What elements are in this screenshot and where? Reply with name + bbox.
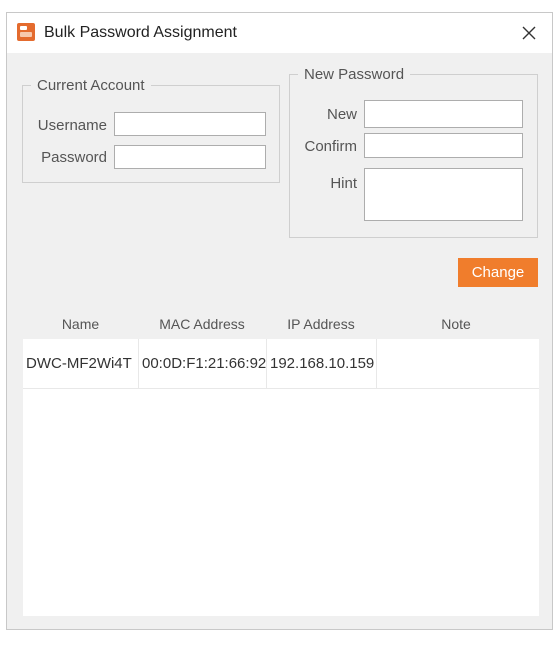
cell-name: DWC-MF2Wi4T	[26, 355, 132, 372]
new-password-input[interactable]	[364, 100, 523, 128]
table-row[interactable]: DWC-MF2Wi4T 00:0D:F1:21:66:92 192.168.10…	[23, 339, 539, 389]
username-input[interactable]	[114, 112, 266, 136]
close-icon	[522, 26, 536, 40]
hint-label: Hint	[330, 175, 357, 192]
new-label: New	[326, 106, 357, 123]
column-header-note[interactable]: Note	[376, 316, 536, 332]
new-password-legend: New Password	[304, 66, 405, 83]
cell-mac: 00:0D:F1:21:66:92	[138, 339, 266, 388]
change-button[interactable]: Change	[458, 258, 538, 287]
close-button[interactable]	[512, 17, 546, 49]
column-header-ip[interactable]: IP Address	[266, 316, 376, 332]
password-label: Password	[41, 149, 107, 166]
password-input[interactable]	[114, 145, 266, 169]
confirm-password-input[interactable]	[364, 133, 523, 158]
column-header-name[interactable]: Name	[23, 316, 138, 332]
username-label: Username	[37, 117, 107, 134]
table-header: Name MAC Address IP Address Note	[23, 309, 539, 339]
app-logo-icon	[17, 23, 35, 41]
title-bar[interactable]: Bulk Password Assignment	[7, 13, 552, 53]
cell-ip: 192.168.10.159	[266, 339, 376, 388]
device-table: Name MAC Address IP Address Note DWC-MF2…	[23, 309, 539, 616]
window-title: Bulk Password Assignment	[44, 24, 237, 41]
confirm-label: Confirm	[304, 138, 357, 155]
column-header-mac[interactable]: MAC Address	[138, 316, 266, 332]
hint-textarea[interactable]	[364, 168, 523, 221]
cell-note	[376, 339, 539, 388]
dialog-window: Bulk Password Assignment Current Account…	[6, 12, 553, 630]
current-account-legend: Current Account	[37, 77, 145, 94]
